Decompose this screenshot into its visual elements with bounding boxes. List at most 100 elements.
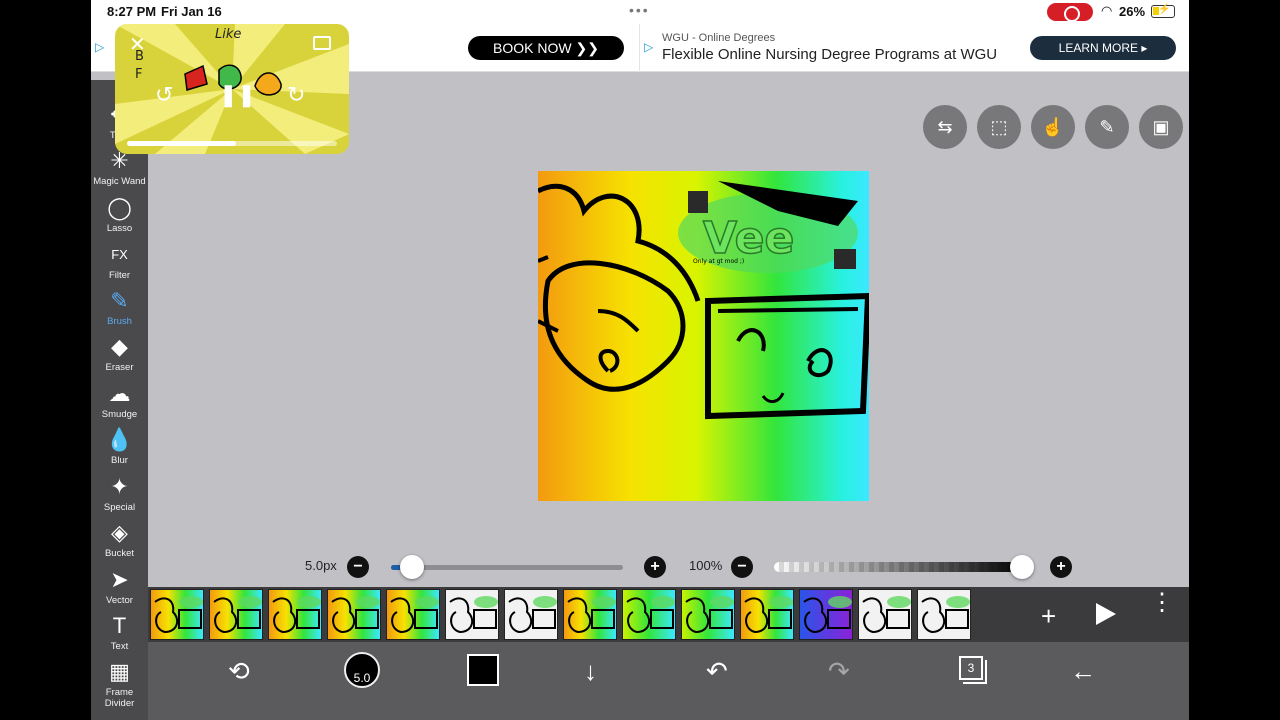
- bottom-toolbar: ⟲ 5.0 ↓ ↶ ↷ 3 ←: [148, 642, 1189, 720]
- battery-percent: 26%: [1119, 4, 1146, 19]
- vector-icon: ➤: [110, 567, 129, 592]
- animation-frame-thumbnail[interactable]: [917, 589, 971, 640]
- eraser-icon: ◆: [111, 334, 128, 359]
- tool-eraser[interactable]: ◆ Eraser: [91, 332, 148, 378]
- brush-size-slider[interactable]: [391, 565, 623, 570]
- svg-text:Vee: Vee: [703, 213, 794, 264]
- special-icon: ✦: [110, 474, 129, 499]
- pip-video-player[interactable]: Like B F ✕ ↺ ❚❚ ↻: [115, 24, 349, 154]
- opacity-knob[interactable]: [1010, 555, 1034, 579]
- tool-label: Blur: [111, 455, 128, 466]
- lasso-icon: ◯: [107, 195, 132, 220]
- drawing-canvas[interactable]: Vee Only at gt mod ;): [538, 171, 869, 501]
- letterbox-right: [1189, 0, 1280, 720]
- pip-progress-bar[interactable]: [127, 141, 337, 146]
- tool-text[interactable]: T Text: [91, 611, 148, 657]
- animation-frame-thumbnail[interactable]: [504, 589, 558, 640]
- tool-label: Vector: [106, 595, 133, 606]
- more-options-icon[interactable]: ⋮: [1150, 591, 1174, 615]
- tool-vector[interactable]: ➤ Vector: [91, 565, 148, 611]
- tool-label: Brush: [107, 316, 132, 327]
- layers-button[interactable]: 3: [959, 656, 983, 680]
- animation-frame-thumbnail[interactable]: [386, 589, 440, 640]
- canvas-artwork: Vee Only at gt mod ;): [538, 181, 869, 420]
- tool-label: Eraser: [105, 362, 134, 373]
- brush-size-value: 5.0px: [305, 558, 337, 573]
- opacity-slider[interactable]: [774, 562, 1024, 572]
- brush-size-knob[interactable]: [399, 555, 424, 579]
- animation-frame-thumbnail[interactable]: [268, 589, 322, 640]
- tool-label: Text: [110, 641, 129, 652]
- animation-frame-thumbnail[interactable]: [563, 589, 617, 640]
- tool-bucket[interactable]: ◈ Bucket: [91, 518, 148, 564]
- brush-size-increase-button[interactable]: +: [644, 556, 666, 578]
- bucket-icon: ◈: [111, 520, 128, 545]
- screen-record-icon[interactable]: [1047, 3, 1093, 22]
- ruler-icon[interactable]: ✎: [1085, 105, 1129, 149]
- tool-label: Lasso: [106, 223, 133, 234]
- expand-pip-icon[interactable]: [313, 36, 331, 50]
- forward-10-icon[interactable]: ↻: [287, 82, 305, 108]
- opacity-value: 100%: [689, 558, 723, 573]
- tool-label: Special: [103, 502, 136, 513]
- pause-icon[interactable]: ❚❚: [219, 82, 256, 108]
- add-frame-button[interactable]: +: [1041, 601, 1056, 632]
- wifi-icon: ◠: [1101, 3, 1113, 18]
- brush-size-decrease-button[interactable]: −: [347, 556, 369, 578]
- animation-frame-thumbnail[interactable]: [799, 589, 853, 640]
- selection-icon[interactable]: ⬚: [977, 105, 1021, 149]
- opacity-increase-button[interactable]: +: [1050, 556, 1072, 578]
- multitask-dots-icon[interactable]: •••: [629, 2, 650, 18]
- redo-icon[interactable]: ↷: [828, 656, 850, 687]
- animation-frame-thumbnail[interactable]: [445, 589, 499, 640]
- tool-label: Frame Divider: [104, 687, 135, 709]
- adchoices-icon[interactable]: ▷: [644, 40, 653, 54]
- rewind-10-icon[interactable]: ↺: [155, 82, 173, 108]
- animation-frame-thumbnail[interactable]: [209, 589, 263, 640]
- text-icon: T: [112, 613, 127, 638]
- color-swatch-button[interactable]: [467, 654, 499, 686]
- animation-frames-strip: + ⋮: [148, 587, 1189, 642]
- battery-icon: [1151, 4, 1175, 18]
- tool-filter[interactable]: FX Filter: [91, 240, 148, 286]
- status-time: 8:27 PM: [107, 4, 157, 19]
- opacity-decrease-button[interactable]: −: [731, 556, 753, 578]
- learn-more-button[interactable]: LEARN MORE ▸: [1030, 36, 1176, 60]
- gesture-icon[interactable]: ☝: [1031, 105, 1075, 149]
- tool-label: Filter: [108, 270, 131, 281]
- tool-special[interactable]: ✦ Special: [91, 472, 148, 518]
- tool-frame-divider[interactable]: ▦ Frame Divider: [91, 657, 148, 709]
- animation-frame-thumbnail[interactable]: [327, 589, 381, 640]
- svg-text:F: F: [135, 67, 142, 82]
- tool-lasso[interactable]: ◯ Lasso: [91, 193, 148, 239]
- toggle-icon[interactable]: ⇆: [923, 105, 967, 149]
- tool-label: Smudge: [101, 409, 138, 420]
- svg-text:Only at gt mod ;): Only at gt mod ;): [693, 258, 744, 265]
- tool-brush[interactable]: ✎ Brush: [91, 286, 148, 332]
- close-icon[interactable]: ✕: [129, 32, 146, 57]
- undo-icon[interactable]: ↶: [706, 656, 728, 687]
- download-icon[interactable]: ↓: [584, 656, 597, 687]
- brush-size-button[interactable]: 5.0: [344, 652, 380, 688]
- animation-frame-thumbnail[interactable]: [740, 589, 794, 640]
- animation-frame-thumbnail[interactable]: [150, 589, 204, 640]
- material-icon[interactable]: ▣: [1139, 105, 1183, 149]
- smudge-icon: ☁: [108, 381, 131, 406]
- ad-headline[interactable]: Flexible Online Nursing Degree Programs …: [662, 46, 997, 63]
- play-icon[interactable]: [1096, 603, 1116, 625]
- book-now-button[interactable]: BOOK NOW ❯❯: [468, 36, 624, 60]
- modify-icon[interactable]: ⟲: [228, 656, 250, 687]
- svg-text:Like: Like: [215, 27, 241, 42]
- tool-blur[interactable]: 💧 Blur: [91, 425, 148, 471]
- animation-frame-thumbnail[interactable]: [681, 589, 735, 640]
- animation-frame-thumbnail[interactable]: [622, 589, 676, 640]
- adchoices-icon[interactable]: ▷: [95, 40, 104, 54]
- filter-icon: FX: [111, 247, 128, 262]
- back-icon[interactable]: ←: [1070, 656, 1096, 687]
- animation-frame-thumbnail[interactable]: [858, 589, 912, 640]
- ad-right[interactable]: ▷ WGU - Online Degrees Flexible Online N…: [639, 24, 1189, 72]
- tool-smudge[interactable]: ☁ Smudge: [91, 379, 148, 425]
- ibis-paint-screen: 8:27 PM Fri Jan 16 ••• ◠ 26% ▷ BOOK NOW …: [91, 0, 1189, 720]
- tool-label: Bucket: [104, 548, 135, 559]
- tool-label: Magic Wand: [93, 176, 146, 187]
